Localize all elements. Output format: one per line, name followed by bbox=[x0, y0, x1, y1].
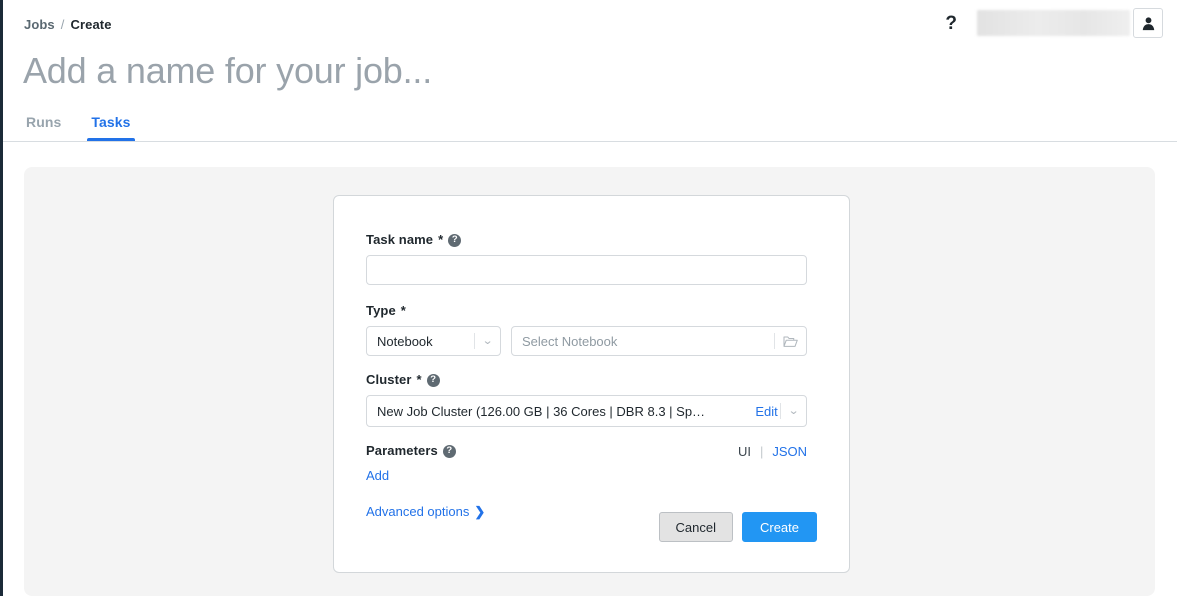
notebook-placeholder-text: Select Notebook bbox=[522, 334, 774, 349]
parameters-label-text: Parameters bbox=[366, 443, 438, 459]
chevron-down-icon[interactable]: ⌄ bbox=[788, 406, 800, 417]
cluster-divider bbox=[780, 403, 781, 419]
notebook-picker-affix bbox=[774, 327, 806, 355]
tab-bar: Runs Tasks bbox=[24, 108, 133, 141]
left-nav-rail bbox=[0, 0, 3, 596]
card-action-buttons: Cancel Create bbox=[659, 512, 817, 542]
notebook-picker[interactable]: Select Notebook bbox=[511, 326, 807, 356]
breadcrumb-current: Create bbox=[70, 17, 111, 33]
parameters-label: Parameters ? bbox=[366, 443, 456, 459]
header-divider bbox=[0, 141, 1177, 142]
user-silhouette-icon bbox=[1141, 16, 1156, 31]
type-label-text: Type bbox=[366, 303, 396, 319]
view-toggle-ui[interactable]: UI bbox=[738, 444, 751, 459]
cancel-button[interactable]: Cancel bbox=[659, 512, 733, 542]
chevron-right-icon: ❯ bbox=[474, 504, 485, 520]
add-parameter-link[interactable]: Add bbox=[366, 468, 389, 483]
cluster-help-icon[interactable]: ? bbox=[427, 374, 440, 387]
cluster-edit-link[interactable]: Edit bbox=[755, 404, 777, 419]
tab-runs[interactable]: Runs bbox=[24, 114, 63, 141]
type-row: Notebook ⌄ Select Notebook bbox=[366, 326, 817, 356]
task-type-select-affix: ⌄ bbox=[474, 327, 500, 355]
parameters-view-toggle: UI | JSON bbox=[738, 444, 807, 459]
task-config-card: Task name * ? Type * Notebook ⌄ Select N… bbox=[333, 195, 850, 573]
view-toggle-json[interactable]: JSON bbox=[772, 444, 807, 459]
tab-tasks[interactable]: Tasks bbox=[89, 114, 132, 141]
breadcrumb: Jobs / Create bbox=[24, 17, 112, 33]
page-header: Jobs / Create Add a name for your job...… bbox=[0, 0, 1177, 141]
type-required-marker: * bbox=[401, 303, 406, 319]
task-name-label: Task name * ? bbox=[366, 232, 817, 248]
cluster-label-text: Cluster bbox=[366, 372, 412, 388]
breadcrumb-jobs-link[interactable]: Jobs bbox=[24, 17, 55, 33]
task-name-help-icon[interactable]: ? bbox=[448, 234, 461, 247]
redacted-user-banner bbox=[977, 10, 1130, 36]
view-toggle-separator: | bbox=[760, 444, 763, 459]
header-actions: ? bbox=[945, 8, 1163, 38]
task-type-select[interactable]: Notebook ⌄ bbox=[366, 326, 501, 356]
avatar-button[interactable] bbox=[1133, 8, 1163, 38]
task-name-required-marker: * bbox=[438, 232, 443, 248]
help-icon[interactable]: ? bbox=[945, 14, 957, 33]
cluster-select[interactable]: New Job Cluster (126.00 GB | 36 Cores | … bbox=[366, 395, 807, 427]
parameters-help-icon[interactable]: ? bbox=[443, 445, 456, 458]
create-button[interactable]: Create bbox=[742, 512, 817, 542]
notebook-divider bbox=[774, 333, 775, 349]
task-name-label-text: Task name bbox=[366, 232, 433, 248]
select-divider bbox=[474, 333, 475, 349]
type-label: Type * bbox=[366, 303, 817, 319]
task-name-input[interactable] bbox=[366, 255, 807, 285]
cluster-value: New Job Cluster (126.00 GB | 36 Cores | … bbox=[377, 404, 755, 419]
advanced-options-label: Advanced options bbox=[366, 504, 469, 519]
cluster-label: Cluster * ? bbox=[366, 372, 817, 388]
open-folder-icon[interactable] bbox=[783, 335, 798, 348]
chevron-down-icon[interactable]: ⌄ bbox=[482, 336, 494, 347]
task-type-value: Notebook bbox=[377, 334, 474, 349]
cluster-select-affix: ⌄ bbox=[780, 396, 806, 426]
breadcrumb-separator: / bbox=[61, 17, 65, 33]
advanced-options-toggle[interactable]: Advanced options ❯ bbox=[366, 504, 485, 520]
parameters-row: Parameters ? UI | JSON bbox=[366, 443, 807, 459]
page-title[interactable]: Add a name for your job... bbox=[23, 50, 432, 92]
cluster-required-marker: * bbox=[417, 372, 422, 388]
